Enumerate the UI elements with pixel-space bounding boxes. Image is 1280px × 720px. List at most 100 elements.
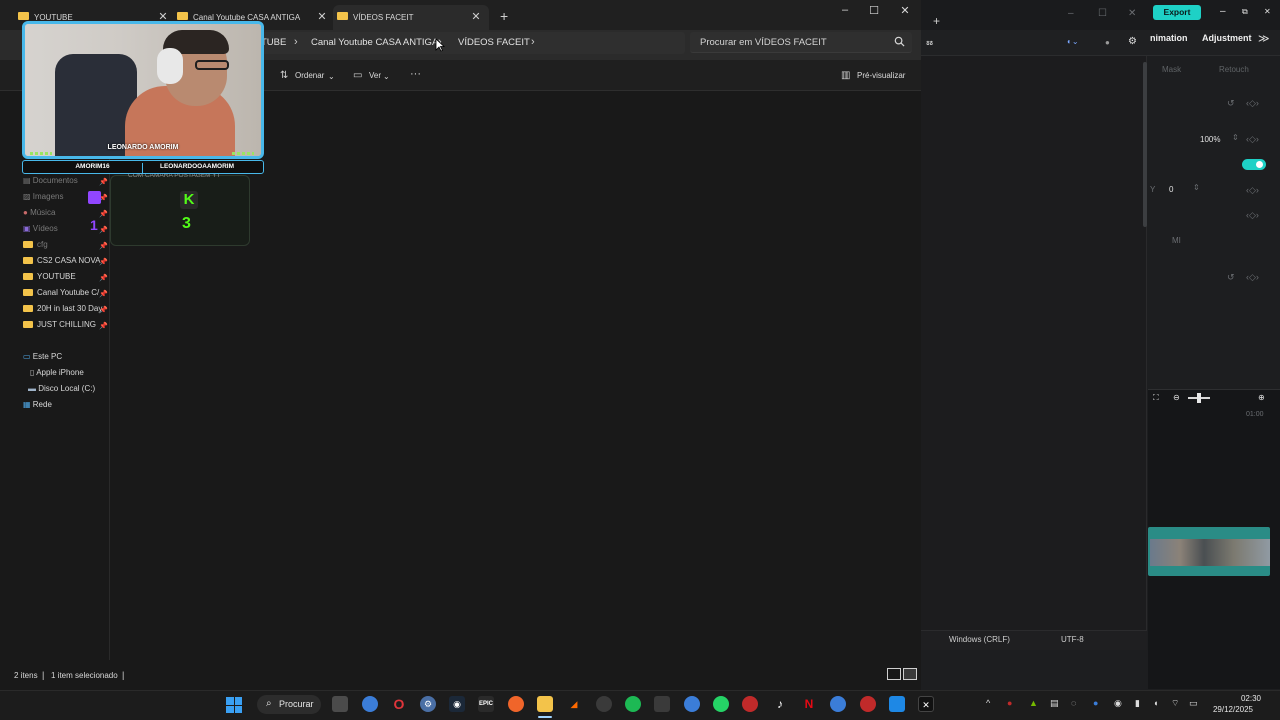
- close-window-icon[interactable]: ✕: [898, 4, 912, 17]
- capcut-icon[interactable]: ✕: [918, 696, 934, 712]
- render-icon[interactable]: ⛶: [1153, 393, 1159, 403]
- tiktok-icon[interactable]: ♪: [772, 696, 788, 712]
- view-button[interactable]: Ver: [369, 71, 381, 80]
- reset-icon[interactable]: ↺: [1227, 98, 1235, 109]
- tab-retouch[interactable]: Retouch: [1219, 65, 1249, 74]
- sort-button[interactable]: Ordenar: [295, 71, 324, 80]
- nvidia-icon[interactable]: ▲: [1029, 698, 1038, 708]
- keyframe-icon[interactable]: ‹◇›: [1246, 210, 1259, 221]
- network-icon[interactable]: ⌔: [1171, 698, 1179, 709]
- taskbar-search[interactable]: ⌕ Procurar: [257, 695, 321, 714]
- tab-adjustment[interactable]: Adjustment: [1202, 33, 1252, 43]
- tray-app-icon[interactable]: ▤: [1050, 698, 1059, 709]
- volume-icon[interactable]: ◖: [1153, 698, 1158, 708]
- microphone-icon[interactable]: ▮: [1135, 698, 1140, 709]
- translate-icon[interactable]: ᅘ: [925, 37, 934, 52]
- line-endings[interactable]: Windows (CRLF): [949, 635, 1010, 644]
- stepper-icon[interactable]: ⇕: [1193, 183, 1200, 192]
- keyframe-icon[interactable]: ‹◇›: [1246, 98, 1259, 109]
- notepad-icon[interactable]: [889, 696, 905, 712]
- thumbnails-view-button[interactable]: [903, 668, 917, 680]
- sidebar-item-canal[interactable]: Canal Youtube C/: [23, 288, 99, 297]
- minimize-icon[interactable]: –: [1068, 8, 1074, 19]
- details-view-button[interactable]: [887, 668, 901, 680]
- sidebar-item-just-chilling[interactable]: JUST CHILLING: [23, 320, 96, 329]
- breadcrumb-item[interactable]: Canal Youtube CASA ANTIGA: [311, 37, 438, 48]
- new-tab-button[interactable]: +: [500, 8, 508, 24]
- keyframe-icon[interactable]: ‹◇›: [1246, 272, 1259, 283]
- keyframe-icon[interactable]: ‹◇›: [1246, 134, 1259, 145]
- gaming-app-icon[interactable]: [742, 696, 758, 712]
- netflix-icon[interactable]: N: [801, 696, 817, 712]
- expand-icon[interactable]: ≫: [1258, 32, 1270, 45]
- sidebar-item-videos[interactable]: ▣ Vídeos: [23, 224, 58, 233]
- reset-icon[interactable]: ↺: [1227, 272, 1235, 283]
- sidebar-item-imagens[interactable]: ▨ Imagens: [23, 192, 63, 201]
- obs-icon[interactable]: [596, 696, 612, 712]
- sidebar-item-cfg[interactable]: cfg: [23, 240, 48, 249]
- steam-tray-icon[interactable]: ◉: [1114, 698, 1122, 709]
- sidebar-item-rede[interactable]: ▦ Rede: [23, 400, 52, 409]
- battery-icon[interactable]: ▭: [1189, 698, 1198, 709]
- sidebar-item-cs2[interactable]: CS2 CASA NOVA: [23, 256, 100, 265]
- more-options-button[interactable]: ···: [410, 68, 421, 80]
- scale-value[interactable]: 100%: [1200, 135, 1220, 144]
- sidebar-item-20h[interactable]: 20H in last 30 Day: [23, 304, 102, 313]
- close-icon[interactable]: ✕: [471, 10, 481, 23]
- chevron-up-icon[interactable]: ^: [986, 698, 990, 708]
- tray-app-icon[interactable]: ●: [1093, 698, 1098, 708]
- discord-icon[interactable]: [654, 696, 670, 712]
- maximize-icon[interactable]: ☐: [867, 4, 881, 17]
- settings-gear-icon[interactable]: ⚙: [1128, 36, 1137, 47]
- user-icon[interactable]: ●: [1105, 38, 1110, 47]
- clock-time[interactable]: 02:30: [1231, 694, 1261, 703]
- epic-games-icon[interactable]: EPIC: [478, 696, 494, 712]
- faceit-icon[interactable]: ◢: [566, 696, 582, 712]
- tab-mask[interactable]: Mask: [1162, 65, 1181, 74]
- clock-date[interactable]: 29/12/2025: [1208, 705, 1253, 714]
- encoding[interactable]: UTF-8: [1061, 635, 1084, 644]
- scrollbar[interactable]: [1143, 62, 1147, 227]
- close-icon[interactable]: ✕: [1128, 8, 1136, 19]
- spotify-icon[interactable]: [625, 696, 641, 712]
- sidebar-item-documentos[interactable]: ▤ Documentos: [23, 176, 78, 185]
- chrome-profile-icon[interactable]: [684, 696, 700, 712]
- zoom-out-icon[interactable]: ⊖: [1173, 393, 1180, 402]
- zoom-in-icon[interactable]: ⊕: [1258, 393, 1265, 402]
- ea-icon[interactable]: [508, 696, 524, 712]
- chrome-alt-icon[interactable]: [830, 696, 846, 712]
- tray-app-icon[interactable]: ●: [1007, 698, 1012, 708]
- export-button[interactable]: Export: [1153, 5, 1201, 20]
- breadcrumb-item-current[interactable]: VÍDEOS FACEIT: [458, 37, 530, 48]
- add-icon[interactable]: +: [933, 14, 940, 28]
- sidebar-item-youtube[interactable]: YOUTUBE: [23, 272, 76, 281]
- task-view-icon[interactable]: [332, 696, 348, 712]
- field-value[interactable]: 0: [1169, 185, 1173, 194]
- close-icon[interactable]: ✕: [317, 10, 327, 23]
- zoom-slider-handle[interactable]: [1197, 393, 1201, 403]
- sidebar-item-musica[interactable]: ● Música: [23, 208, 55, 217]
- opera-icon[interactable]: O: [391, 696, 407, 712]
- minimize-icon[interactable]: –: [1220, 6, 1226, 17]
- preview-button[interactable]: Pré-visualizar: [857, 71, 905, 80]
- chrome-icon[interactable]: [362, 696, 378, 712]
- search-input[interactable]: Procurar em VÍDEOS FACEIT: [690, 32, 912, 53]
- copilot-icon[interactable]: ◐⌄: [1067, 37, 1079, 46]
- restore-icon[interactable]: ⧉: [1242, 7, 1248, 17]
- stepper-icon[interactable]: ⇕: [1232, 133, 1239, 142]
- windows-start-icon[interactable]: [226, 697, 242, 713]
- sidebar-item-iphone[interactable]: ▯ Apple iPhone: [30, 368, 84, 377]
- steam-icon[interactable]: ◉: [449, 696, 465, 712]
- sidebar-item-este-pc[interactable]: ▭ Este PC: [23, 352, 62, 361]
- record-app-icon[interactable]: [860, 696, 876, 712]
- breadcrumb-item[interactable]: TUBE: [261, 37, 286, 48]
- tray-app-icon[interactable]: ◌: [1071, 698, 1076, 708]
- settings-icon[interactable]: ⚙: [420, 696, 436, 712]
- minimize-icon[interactable]: –: [838, 4, 852, 16]
- maximize-icon[interactable]: ☐: [1098, 8, 1107, 19]
- whatsapp-icon[interactable]: [713, 696, 729, 712]
- close-icon[interactable]: ✕: [1264, 7, 1271, 16]
- tab-animation[interactable]: nimation: [1150, 33, 1188, 43]
- keyframe-icon[interactable]: ‹◇›: [1246, 185, 1259, 196]
- tab-videos-faceit[interactable]: VÍDEOS FACEIT ✕: [333, 5, 489, 30]
